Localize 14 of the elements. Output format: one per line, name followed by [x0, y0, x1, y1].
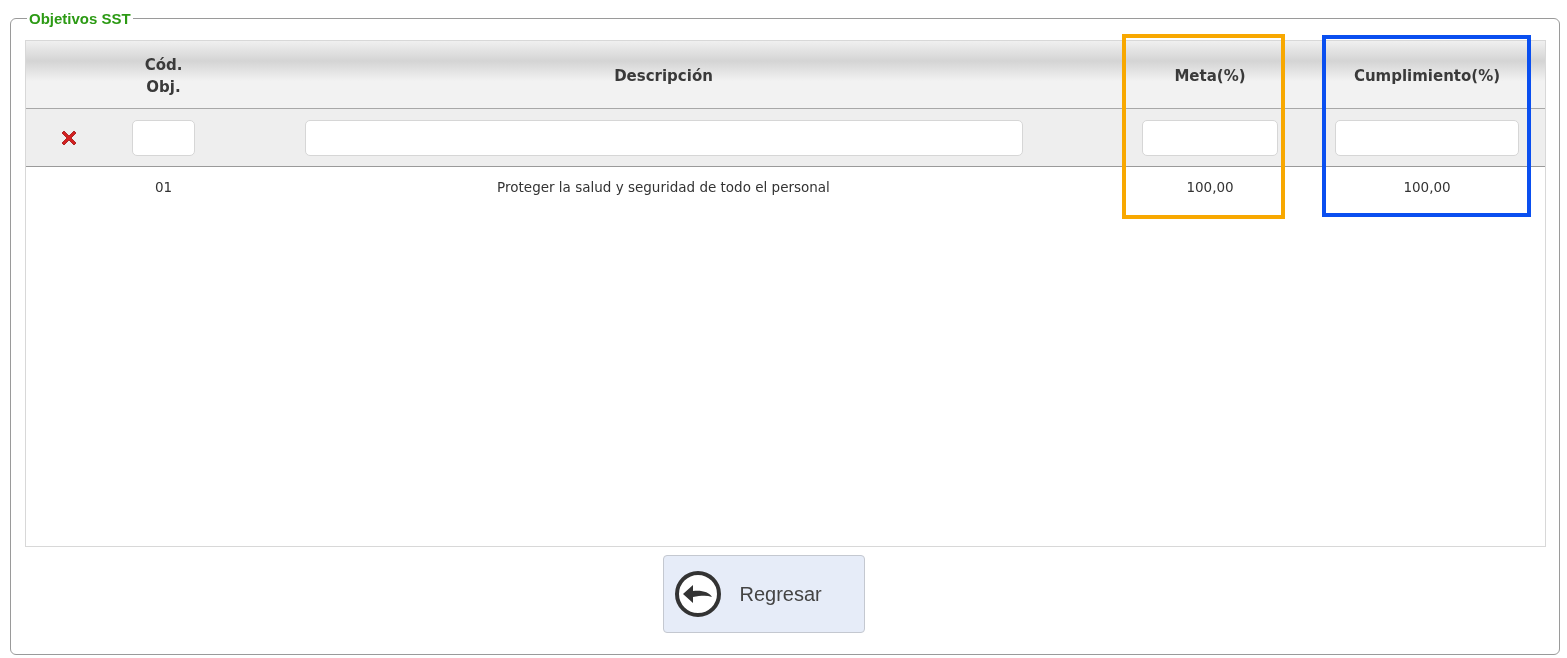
filter-field[interactable] — [132, 120, 195, 156]
panel-title: Objetivos SST — [28, 10, 132, 27]
table-cell: 100,00 — [1186, 179, 1234, 195]
column-header: Descripción — [614, 66, 713, 88]
column-header: Meta(%) — [1174, 66, 1246, 88]
column-header: Cód. Obj. — [144, 55, 183, 98]
table-cell: 01 — [154, 179, 173, 195]
filter-field[interactable] — [1335, 120, 1519, 156]
column-header: Cumplimiento(%) — [1353, 66, 1501, 88]
table-cell: 100,00 — [1403, 179, 1451, 195]
table-cell: Proteger la salud y seguridad de todo el personal — [497, 179, 830, 195]
filter-field[interactable] — [1142, 120, 1278, 156]
back-button[interactable]: Regresar — [662, 555, 865, 633]
filter-field[interactable] — [304, 120, 1023, 156]
